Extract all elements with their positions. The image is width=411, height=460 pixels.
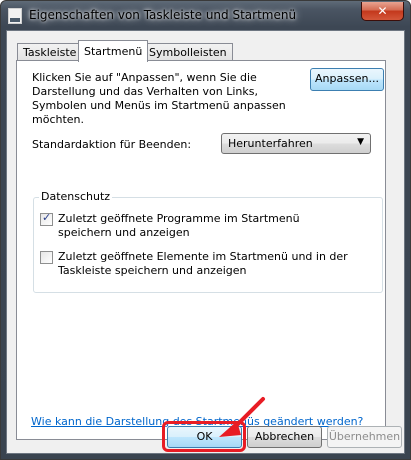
apply-button[interactable]: Übernehmen: [327, 426, 402, 448]
dropdown-arrow-icon: ▼: [357, 137, 364, 147]
startmenu-tab-panel: Klicken Sie auf "Anpassen", wenn Sie die…: [16, 60, 386, 440]
ok-button[interactable]: OK: [167, 426, 242, 448]
privacy-groupbox: Datenschutz ✓ Zuletzt geöffnete Programm…: [33, 190, 383, 293]
window-title: Eigenschaften von Taskleiste und Startme…: [29, 8, 297, 22]
tab-taskleiste[interactable]: Taskleiste: [17, 43, 83, 61]
recent-items-label[interactable]: Zuletzt geöffnete Elemente im Startmenü …: [58, 250, 348, 278]
recent-items-checkbox[interactable]: [40, 251, 53, 264]
recent-programs-label[interactable]: Zuletzt geöffnete Programme im Startmenü…: [58, 212, 348, 240]
privacy-group-title: Datenschutz: [39, 190, 113, 203]
customize-description: Klicken Sie auf "Anpassen", wenn Sie die…: [32, 71, 286, 126]
power-action-label: Standardaktion für Beenden:: [32, 138, 192, 151]
tab-symbolleisten[interactable]: Symbolleisten: [143, 43, 233, 61]
cancel-button[interactable]: Abbrechen: [247, 426, 322, 448]
taskbar-window-icon: [8, 8, 22, 24]
power-action-dropdown[interactable]: Herunterfahren ▼: [221, 133, 371, 154]
recent-programs-checkbox[interactable]: ✓: [40, 211, 53, 226]
dialog-client-area: Taskleiste Startmenü Symbolleisten Klick…: [6, 30, 405, 454]
close-button[interactable]: ✕: [361, 2, 404, 21]
properties-window: Eigenschaften von Taskleiste und Startme…: [0, 0, 411, 460]
title-bar[interactable]: Eigenschaften von Taskleiste und Startme…: [1, 1, 410, 31]
checkmark-icon: ✓: [42, 211, 52, 224]
power-action-value: Herunterfahren: [228, 137, 313, 150]
tab-startmenue[interactable]: Startmenü: [78, 40, 149, 62]
customize-button[interactable]: Anpassen...: [310, 68, 384, 91]
